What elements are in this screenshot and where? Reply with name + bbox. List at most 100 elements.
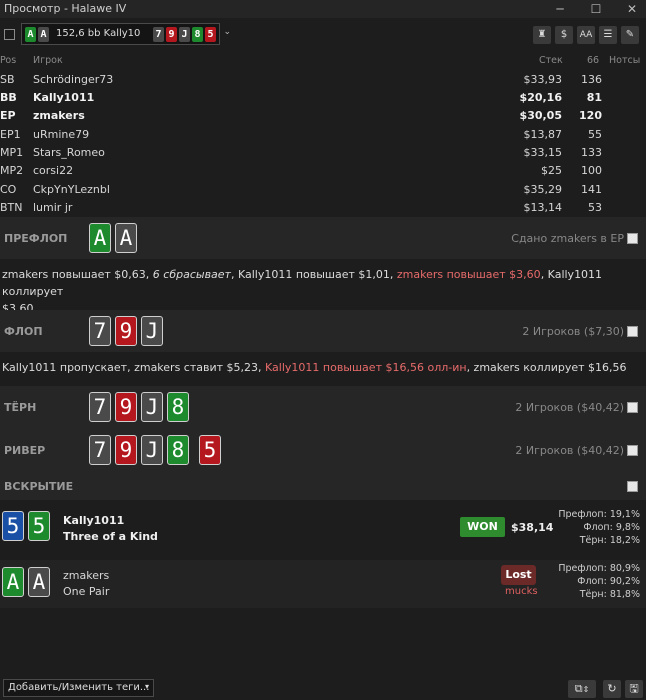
player-pos: CO — [0, 183, 17, 196]
board-card: 9 — [115, 392, 137, 422]
street-label: ВСКРЫТИЕ — [4, 480, 74, 493]
action-text: 6 сбрасывает — [152, 268, 231, 281]
player-stack: $13,14 — [523, 201, 563, 214]
street-label: РИВЕР — [4, 444, 46, 457]
street-river: РИВЕР 7 9 J 8 5 2 Игроков ($40,42) — [0, 428, 646, 472]
equity-label: Тёрн: — [579, 535, 607, 546]
street-checkbox[interactable] — [627, 326, 638, 337]
won-amount: $38,14 — [511, 521, 554, 534]
action-text: zmakers повышает $0,63, — [2, 268, 153, 281]
equity-label: Флоп: — [577, 576, 607, 587]
table-row[interactable]: EP zmakers $30,05 120 — [0, 107, 646, 125]
board-card: 8 — [167, 392, 189, 422]
table-row[interactable]: CO CkpYnYLeznbl $35,29 141 — [0, 181, 646, 199]
showdown-winner-row: 5 5 Kally1011 Three of a Kind WON $38,14… — [0, 506, 646, 556]
col-notes: Нотсы — [609, 55, 641, 66]
board-card: J — [141, 392, 163, 422]
tags-select[interactable]: Добавить/Изменить теги... ▾ — [3, 679, 154, 697]
hand-selector[interactable]: A A 152,6 bb Kally10 7 9 J 8 5 ⌄ — [21, 23, 231, 45]
street-checkbox[interactable] — [627, 481, 638, 492]
table-row[interactable]: MP1 Stars_Romeo $33,15 133 — [0, 144, 646, 162]
player-bb: 136 — [581, 73, 602, 86]
board-card: J — [141, 435, 163, 465]
street-label: ПРЕФЛОП — [4, 232, 68, 245]
equity-value: 18,2% — [609, 535, 640, 546]
street-flop: ФЛОП 7 9 J 2 Игроков ($7,30) — [0, 310, 646, 352]
toolbar: A A 152,6 bb Kally10 7 9 J 8 5 ⌄ ♜ $ AA … — [0, 18, 646, 50]
refresh-icon[interactable]: ↻ — [603, 680, 621, 698]
action-text: zmakers повышает $3,60 — [396, 268, 541, 281]
winner-name: Kally1011 — [63, 514, 125, 527]
board-card: 7 — [89, 392, 111, 422]
player-bb: 53 — [588, 201, 602, 214]
board-card: 7 — [153, 27, 164, 42]
select-hand-checkbox[interactable] — [4, 29, 15, 40]
player-stack: $20,16 — [519, 91, 562, 104]
street-preflop: ПРЕФЛОП A A Сдано zmakers в EP — [0, 217, 646, 259]
board-card: 5 — [205, 27, 216, 42]
board-card: 7 — [89, 316, 111, 346]
window-title: Просмотр - Halawe IV — [4, 2, 127, 15]
edit-icon[interactable]: ✎ — [621, 26, 639, 44]
hole-card: A — [25, 27, 36, 42]
player-stack: $33,15 — [523, 146, 563, 159]
minimize-icon[interactable]: ─ — [548, 0, 572, 18]
copy-icon[interactable]: ⧉⇕ — [568, 680, 596, 698]
player-pos: SB — [0, 73, 15, 86]
table-row[interactable]: EP1 uRmine79 $13,87 55 — [0, 126, 646, 144]
maximize-icon[interactable]: ☐ — [584, 0, 608, 18]
street-checkbox[interactable] — [627, 402, 638, 413]
loser-hand: One Pair — [63, 585, 110, 598]
street-checkbox[interactable] — [627, 233, 638, 244]
dollar-icon[interactable]: $ — [555, 26, 573, 44]
table-row[interactable]: BTN lumir jr $13,14 53 — [0, 199, 646, 217]
equity-row: Префлоп: 19,1% — [555, 509, 640, 520]
close-icon[interactable]: ✕ — [620, 0, 644, 18]
player-bb: 120 — [579, 109, 602, 122]
player-name: Kally1011 — [33, 91, 95, 104]
equity-value: 81,8% — [609, 589, 640, 600]
player-pos: MP2 — [0, 164, 24, 177]
street-info: 2 Игроков ($40,42) — [515, 401, 624, 414]
equity-row: Флоп: 90,2% — [555, 576, 640, 587]
street-info: 2 Игроков ($40,42) — [515, 444, 624, 457]
equity-label: Тёрн: — [579, 589, 607, 600]
list-icon[interactable]: ☰ — [599, 26, 617, 44]
table-row[interactable]: SB Schrödinger73 $33,93 136 — [0, 71, 646, 89]
replay-icon[interactable]: ♜ — [533, 26, 551, 44]
street-checkbox[interactable] — [627, 445, 638, 456]
player-stack: $35,29 — [523, 183, 563, 196]
table-row[interactable]: BB Kally1011 $20,16 81 — [0, 89, 646, 107]
copy-glyph: ⧉ — [574, 682, 583, 695]
equity-value: 90,2% — [609, 576, 640, 587]
player-name: Schrödinger73 — [33, 73, 114, 86]
street-label: ФЛОП — [4, 325, 43, 338]
player-bb: 141 — [581, 183, 602, 196]
title-bar: Просмотр - Halawe IV ─ ☐ ✕ — [0, 0, 646, 18]
action-text: Kally1011 пропускает, zmakers ставит $5,… — [2, 361, 266, 374]
footer-bar: Добавить/Изменить теги... ▾ ⧉⇕ ↻ 🖫 — [0, 676, 646, 700]
equity-row: Тёрн: 81,8% — [555, 589, 640, 600]
mucks-label: mucks — [505, 586, 538, 597]
loser-name: zmakers — [63, 569, 110, 582]
equity-label: Префлоп: — [558, 509, 607, 520]
table-row[interactable]: MP2 corsi22 $25 100 — [0, 162, 646, 180]
player-stack: $25 — [541, 164, 562, 177]
player-bb: 133 — [581, 146, 602, 159]
player-bb: 100 — [581, 164, 602, 177]
shown-card: 5 — [2, 511, 24, 541]
tags-select-value: Добавить/Изменить теги... — [8, 682, 150, 693]
action-text: , zmakers коллирует $16,56 — [466, 361, 627, 374]
player-name: Stars_Romeo — [33, 146, 105, 159]
equity-value: 9,8% — [615, 522, 640, 533]
player-name: zmakers — [33, 109, 85, 122]
equity-row: Флоп: 9,8% — [555, 522, 640, 533]
player-name: CkpYnYLeznbl — [33, 183, 110, 196]
col-player: Игрок — [33, 55, 63, 66]
font-size-icon[interactable]: AA — [577, 26, 595, 44]
board-card: 9 — [166, 27, 177, 42]
copy-arrow-icon: ⇕ — [582, 685, 590, 694]
save-icon[interactable]: 🖫 — [625, 680, 643, 698]
street-info: 2 Игроков ($7,30) — [522, 325, 624, 338]
equity-label: Префлоп: — [558, 563, 607, 574]
